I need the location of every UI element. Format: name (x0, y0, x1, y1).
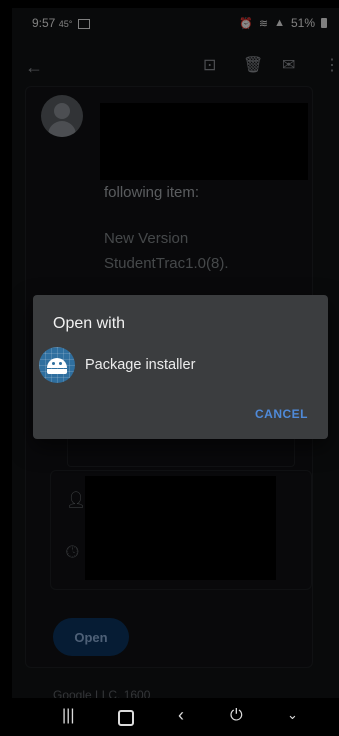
open-with-dialog: Open with Package installer CANCEL (33, 295, 328, 439)
android-icon[interactable] (39, 347, 75, 383)
recents-icon[interactable]: ||| (62, 708, 74, 724)
home-icon[interactable] (118, 710, 134, 726)
system-nav-bar: ||| ‹ ⏻ ⌄ (12, 698, 339, 736)
cancel-button[interactable]: CANCEL (255, 407, 308, 421)
dialog-title: Open with (53, 315, 126, 332)
package-installer-option[interactable]: Package installer (85, 357, 195, 373)
power-icon[interactable]: ⏻ (230, 708, 243, 724)
chevron-down-icon[interactable]: ⌄ (287, 708, 298, 721)
back-icon[interactable]: ‹ (178, 706, 184, 724)
